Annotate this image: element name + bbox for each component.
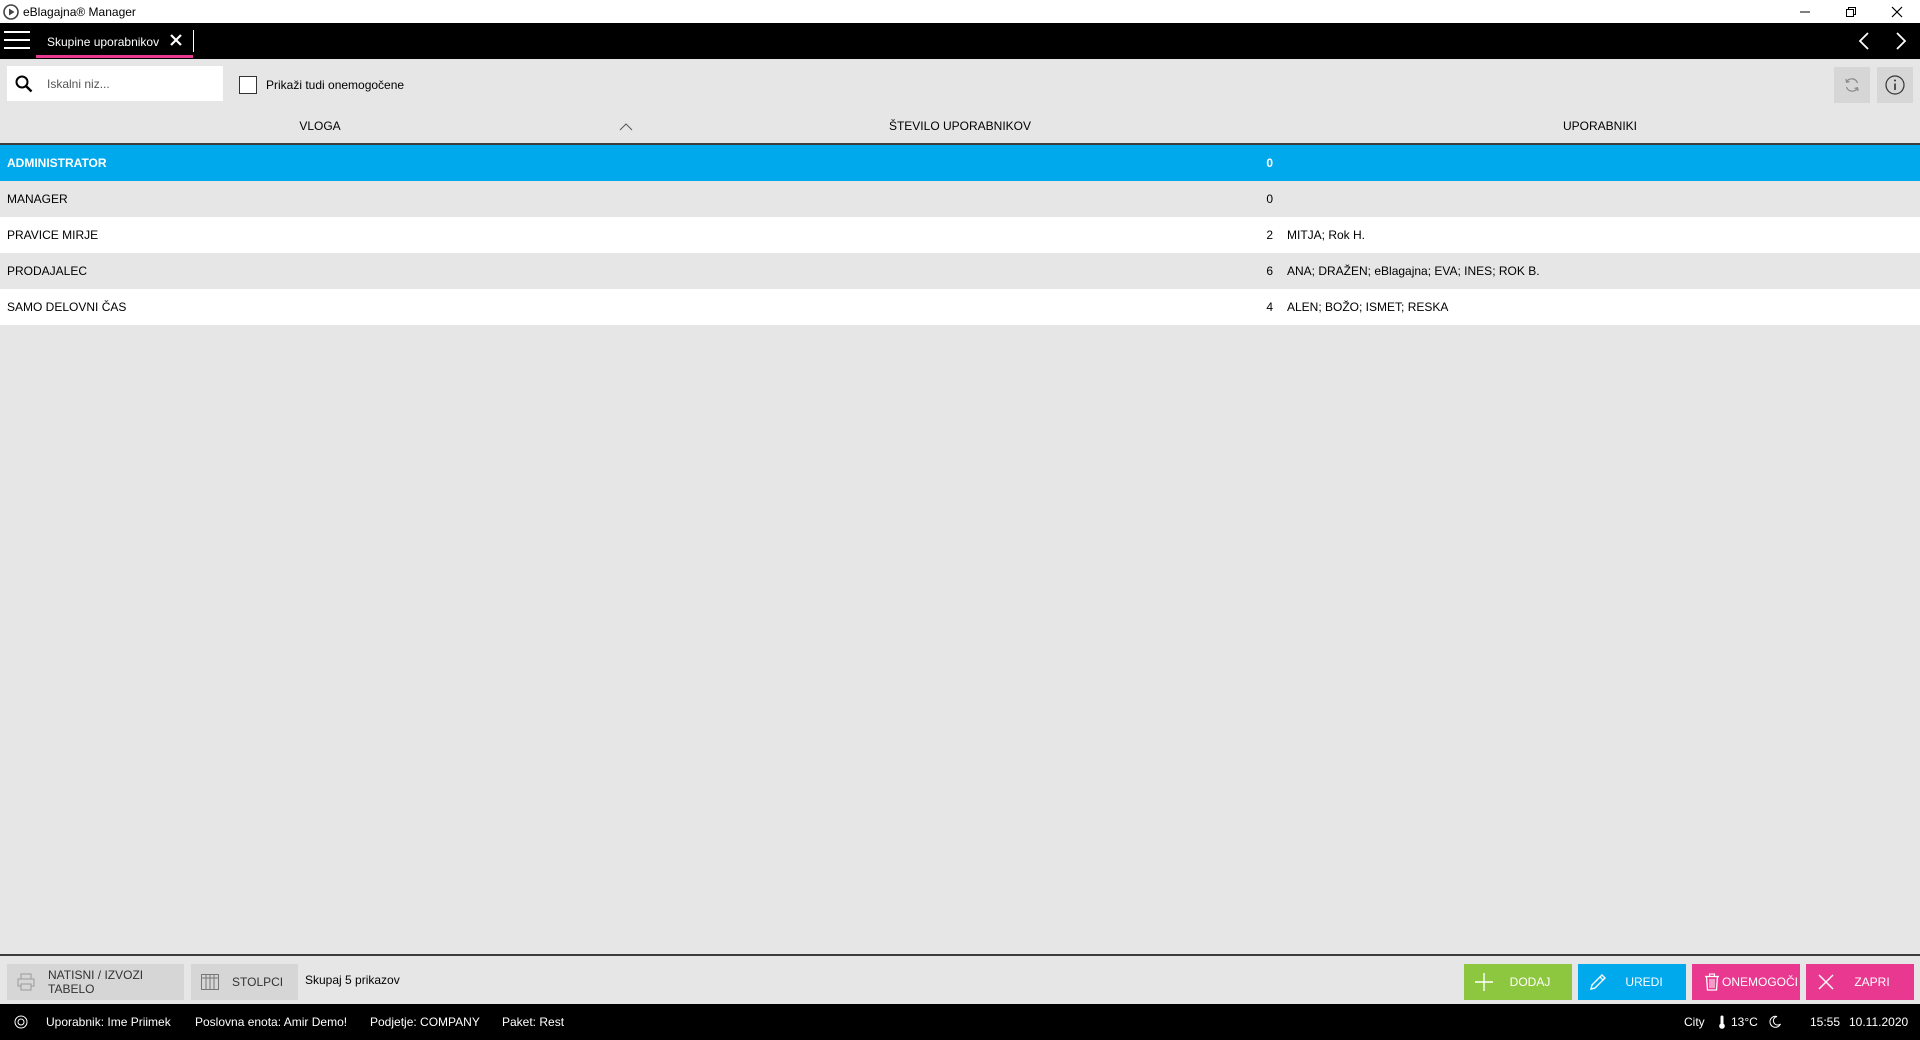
- cell-role: SAMO DELOVNI ČAS: [7, 300, 127, 314]
- table-row[interactable]: PRODAJALEC 6 ANA; DRAŽEN; eBlagajna; EVA…: [0, 253, 1920, 289]
- close-icon: [1891, 6, 1903, 17]
- moon-icon: [1768, 1015, 1782, 1029]
- minimize-icon: [1800, 11, 1810, 12]
- columns-label: STOLPCI: [232, 975, 284, 989]
- app-logo-icon: [3, 3, 19, 20]
- tab-active-indicator: [36, 55, 193, 58]
- info-icon: [1885, 75, 1905, 95]
- window-titlebar: eBlagajna® Manager: [0, 0, 1920, 23]
- add-button[interactable]: DODAJ: [1464, 964, 1572, 1000]
- print-export-button[interactable]: NATISNI / IZVOZI TABELO: [7, 964, 184, 1000]
- table-row[interactable]: ADMINISTRATOR 0: [0, 145, 1920, 181]
- column-header-role[interactable]: VLOGA: [0, 109, 640, 143]
- trash-icon: [1702, 972, 1722, 992]
- print-export-label: NATISNI / IZVOZI TABELO: [48, 968, 144, 996]
- status-user: Uporabnik: Ime Priimek: [46, 1015, 171, 1029]
- show-disabled-checkbox[interactable]: [239, 76, 257, 94]
- show-disabled-label: Prikaži tudi onemogočene: [266, 78, 405, 92]
- status-temperature: 13°C: [1731, 1015, 1758, 1029]
- tab-separator: [193, 30, 194, 52]
- window-title: eBlagajna® Manager: [23, 4, 136, 19]
- close-icon: [170, 34, 182, 46]
- status-business-unit: Poslovna enota: Amir Demo!: [195, 1015, 348, 1029]
- cell-count: 0: [1266, 192, 1273, 206]
- cell-users: MITJA; Rok H.: [1287, 228, 1366, 242]
- columns-icon: [200, 972, 220, 992]
- tab-label: Skupine uporabnikov: [47, 35, 160, 49]
- minimize-button[interactable]: [1782, 0, 1828, 23]
- chevron-right-icon: [1896, 32, 1907, 50]
- edit-label: UREDI: [1625, 975, 1663, 989]
- search-input[interactable]: [47, 66, 217, 101]
- tab-close-button[interactable]: [168, 32, 184, 48]
- table-row[interactable]: MANAGER 0: [0, 181, 1920, 217]
- status-city: City: [1684, 1015, 1705, 1029]
- column-header-users[interactable]: UPORABNIKI: [1280, 109, 1920, 143]
- cell-users: ANA; DRAŽEN; eBlagajna; EVA; INES; ROK B…: [1287, 264, 1540, 278]
- toolbar: Prikaži tudi onemogočene: [0, 59, 1920, 109]
- action-bar: NATISNI / IZVOZI TABELO STOLPCI Skupaj 5…: [0, 954, 1920, 1004]
- refresh-button[interactable]: [1834, 67, 1870, 103]
- cell-count: 2: [1266, 228, 1273, 242]
- status-company: Podjetje: COMPANY: [370, 1015, 480, 1029]
- printer-icon: [16, 972, 36, 992]
- table-header: VLOGA ŠTEVILO UPORABNIKOV UPORABNIKI: [0, 109, 1920, 145]
- cell-role: PRODAJALEC: [7, 264, 88, 278]
- search-box: [7, 66, 223, 101]
- close-window-button[interactable]: [1874, 0, 1920, 23]
- sort-ascending-icon: [618, 120, 634, 131]
- cell-users: ALEN; BOŽO; ISMET; RESKA: [1287, 300, 1449, 314]
- edit-button[interactable]: UREDI: [1578, 964, 1686, 1000]
- status-bar: Uporabnik: Ime Priimek Poslovna enota: A…: [0, 1004, 1920, 1040]
- cell-role: MANAGER: [7, 192, 68, 206]
- pencil-icon: [1588, 972, 1608, 992]
- column-header-user-count[interactable]: ŠTEVILO UPORABNIKOV: [640, 109, 1280, 143]
- close-label: ZAPRI: [1854, 975, 1890, 989]
- hamburger-icon: [4, 31, 30, 33]
- add-label: DODAJ: [1509, 975, 1551, 989]
- window-controls: [1782, 0, 1920, 23]
- restore-button[interactable]: [1828, 0, 1874, 23]
- close-icon: [1816, 972, 1836, 992]
- close-button[interactable]: ZAPRI: [1806, 964, 1914, 1000]
- tab-user-groups[interactable]: Skupine uporabnikov: [36, 23, 193, 59]
- restore-icon: [1846, 6, 1856, 17]
- nav-forward-button[interactable]: [1891, 31, 1911, 51]
- cell-count: 6: [1266, 264, 1273, 278]
- disable-button[interactable]: ONEMOGOČI: [1692, 964, 1800, 1000]
- columns-button[interactable]: STOLPCI: [191, 964, 298, 1000]
- plus-icon: [1474, 972, 1494, 992]
- table-row[interactable]: SAMO DELOVNI ČAS 4 ALEN; BOŽO; ISMET; RE…: [0, 289, 1920, 325]
- hamburger-icon-line: [4, 47, 30, 49]
- table-row[interactable]: PRAVICE MIRJE 2 MITJA; Rok H.: [0, 217, 1920, 253]
- thermometer-icon: [1715, 1015, 1729, 1029]
- refresh-icon: [1845, 78, 1859, 92]
- cell-role: ADMINISTRATOR: [7, 156, 107, 170]
- tab-bar: Skupine uporabnikov: [0, 23, 1920, 59]
- status-date: 10.11.2020: [1849, 1015, 1909, 1029]
- info-button[interactable]: [1877, 67, 1913, 103]
- status-time: 15:55: [1810, 1015, 1841, 1029]
- table-body: ADMINISTRATOR 0 MANAGER 0 PRAVICE MIRJE …: [0, 145, 1920, 325]
- cell-count: 4: [1266, 300, 1273, 314]
- user-status-icon: [14, 1015, 28, 1029]
- cell-role: PRAVICE MIRJE: [7, 228, 99, 242]
- total-count-label: Skupaj 5 prikazov: [305, 973, 400, 987]
- disable-label: ONEMOGOČI: [1722, 975, 1799, 989]
- menu-button[interactable]: [4, 31, 32, 51]
- status-package: Paket: Rest: [502, 1015, 565, 1029]
- nav-back-button[interactable]: [1855, 31, 1875, 51]
- chevron-left-icon: [1858, 32, 1869, 50]
- cell-count: 0: [1266, 156, 1273, 170]
- search-icon: [15, 75, 33, 93]
- hamburger-icon-line: [4, 39, 30, 41]
- show-disabled-toggle[interactable]: Prikaži tudi onemogočene: [239, 76, 404, 94]
